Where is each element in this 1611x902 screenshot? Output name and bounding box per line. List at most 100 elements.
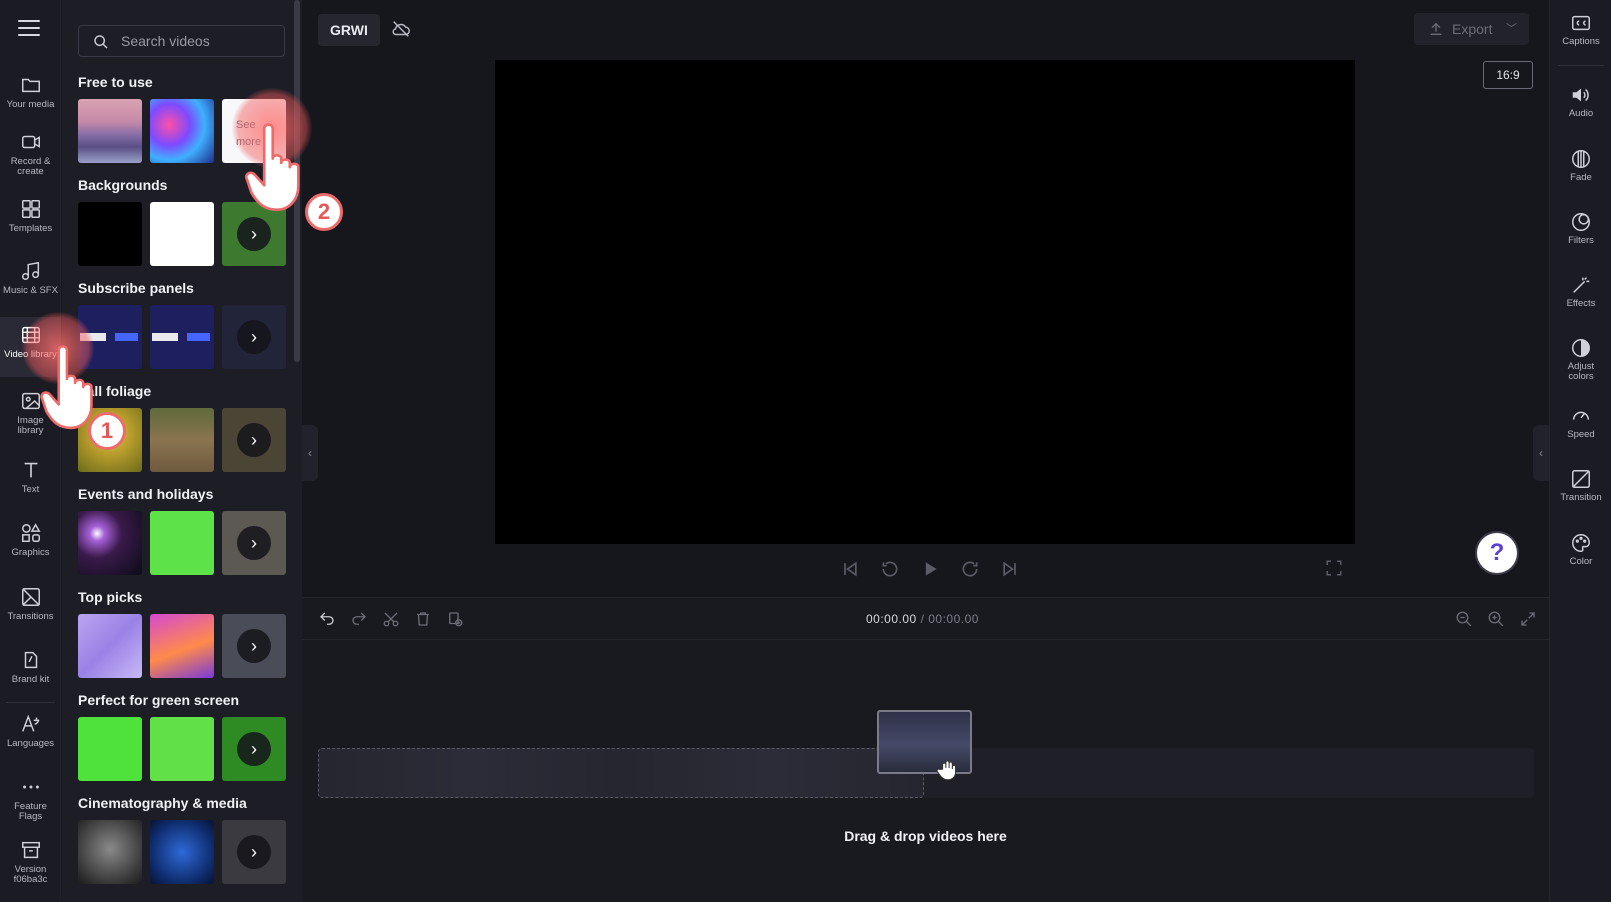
video-thumbnail[interactable]: [150, 820, 214, 884]
video-thumbnail[interactable]: [150, 614, 214, 678]
text-icon: [24, 462, 37, 478]
see-more-thumbnail[interactable]: ›: [222, 511, 286, 575]
rail-item-music-sfx[interactable]: Music & SFX: [0, 260, 61, 296]
video-thumbnail[interactable]: [78, 614, 142, 678]
contrast-icon: [1572, 339, 1590, 357]
rail-label: Brand kit: [11, 674, 50, 685]
playback-controls: [840, 556, 1020, 582]
rail-item-adjust-colors[interactable]: Adjust colors: [1550, 337, 1611, 382]
rail-label: Audio: [1568, 108, 1594, 119]
rail-item-fade[interactable]: Fade: [1550, 148, 1611, 183]
see-more-thumbnail[interactable]: ›: [222, 202, 286, 266]
video-thumbnail[interactable]: [78, 305, 142, 369]
rail-label: Filters: [1568, 235, 1594, 246]
collapse-properties-button[interactable]: ‹: [1533, 425, 1549, 481]
rail-label: Fade: [1570, 172, 1592, 183]
rail-item-text[interactable]: Text: [0, 459, 61, 495]
play-icon[interactable]: [920, 559, 940, 579]
video-thumbnail[interactable]: [78, 717, 142, 781]
rail-item-your-media[interactable]: Your media: [0, 74, 61, 110]
rail-item-graphics[interactable]: Graphics: [0, 522, 61, 558]
right-properties-rail: Captions Audio Fade Filters Effects Adju…: [1549, 0, 1611, 902]
hamburger-menu-icon[interactable]: [18, 20, 40, 36]
rail-item-transition[interactable]: Transition: [1550, 468, 1611, 503]
rail-item-speed[interactable]: Speed: [1550, 405, 1611, 440]
zoom-out-icon[interactable]: [1455, 610, 1473, 628]
aspect-ratio-button[interactable]: 16:9: [1483, 61, 1533, 89]
search-input[interactable]: [121, 26, 281, 56]
trash-icon[interactable]: [414, 610, 432, 628]
rail-item-version[interactable]: Version f06ba3c: [0, 839, 61, 885]
see-more-thumbnail[interactable]: ›: [222, 614, 286, 678]
rail-label: Your media: [6, 99, 55, 110]
chevron-right-icon: ›: [237, 217, 271, 251]
film-icon: [21, 326, 40, 344]
rail-item-color[interactable]: Color: [1550, 532, 1611, 567]
video-thumbnail[interactable]: [150, 202, 214, 266]
video-thumbnail[interactable]: [78, 511, 142, 575]
chevron-right-icon: ›: [237, 835, 271, 869]
video-thumbnail[interactable]: [150, 717, 214, 781]
rail-item-effects[interactable]: Effects: [1550, 274, 1611, 309]
search-box[interactable]: [78, 25, 285, 57]
redo-icon[interactable]: [350, 610, 368, 628]
rail-label: Image library: [17, 415, 44, 436]
scissors-icon[interactable]: [382, 610, 400, 628]
rail-item-languages[interactable]: Languages: [0, 713, 61, 749]
rail-item-feature-flags[interactable]: Feature Flags: [0, 776, 61, 822]
rail-label: Transition: [1560, 492, 1602, 503]
drop-zone-placeholder[interactable]: [318, 748, 924, 798]
rail-item-record-create[interactable]: Record & create: [0, 131, 61, 177]
rail-item-image-library[interactable]: Image library: [0, 390, 61, 436]
rail-label: Color: [1569, 556, 1593, 567]
dragged-clip[interactable]: [877, 710, 972, 781]
cloud-off-icon[interactable]: [390, 18, 412, 40]
rail-item-brand-kit[interactable]: Brand kit: [0, 649, 61, 685]
folder-icon: [21, 78, 40, 93]
rail-label: Speed: [1567, 429, 1595, 440]
video-thumbnail[interactable]: [150, 99, 214, 163]
fit-timeline-icon[interactable]: [1519, 610, 1537, 628]
video-thumbnail[interactable]: [78, 202, 142, 266]
rail-label: Video library: [4, 349, 57, 360]
collapse-panel-button[interactable]: ‹: [302, 425, 318, 481]
rail-item-audio[interactable]: Audio: [1550, 84, 1611, 119]
video-thumbnail[interactable]: [150, 408, 214, 472]
duplicate-icon[interactable]: [446, 610, 464, 628]
video-thumbnail[interactable]: [150, 305, 214, 369]
see-more-thumbnail[interactable]: ›: [222, 717, 286, 781]
rail-item-templates[interactable]: Templates: [0, 198, 61, 234]
fade-icon: [1572, 150, 1590, 168]
fullscreen-icon[interactable]: [1325, 559, 1343, 577]
zoom-in-icon[interactable]: [1487, 610, 1505, 628]
section-fall-foliage: Fall foliage ›: [78, 383, 293, 472]
help-button[interactable]: ?: [1477, 533, 1517, 573]
section-title: Events and holidays: [78, 486, 214, 502]
see-more-thumbnail[interactable]: ›: [222, 305, 286, 369]
templates-icon: [21, 200, 40, 218]
undo-icon[interactable]: [318, 610, 336, 628]
rail-item-captions[interactable]: Captions: [1550, 12, 1611, 47]
project-name[interactable]: GRWI: [318, 14, 380, 46]
rail-item-transitions[interactable]: Transitions: [0, 586, 61, 622]
video-thumbnail[interactable]: [78, 820, 142, 884]
see-more-thumbnail[interactable]: ›: [222, 408, 286, 472]
rewind-5s-icon[interactable]: [880, 559, 900, 579]
rail-item-video-library[interactable]: Video library: [0, 317, 61, 377]
see-more-label: See more: [236, 119, 262, 148]
section-cinematography-media: Cinematography & media ›: [78, 795, 293, 884]
video-thumbnail[interactable]: [78, 99, 142, 163]
see-more-thumbnail[interactable]: ›: [222, 820, 286, 884]
rail-item-filters[interactable]: Filters: [1550, 211, 1611, 246]
video-preview-canvas[interactable]: [495, 60, 1355, 544]
panel-scrollbar[interactable]: [294, 0, 300, 362]
see-more-button[interactable]: See more: [222, 99, 286, 163]
video-thumbnail[interactable]: [150, 511, 214, 575]
skip-back-icon[interactable]: [840, 559, 860, 579]
section-title: Cinematography & media: [78, 795, 247, 811]
video-library-panel: Free to use See more Backgrounds › Subsc…: [62, 0, 302, 902]
forward-5s-icon[interactable]: [960, 559, 980, 579]
video-thumbnail[interactable]: [78, 408, 142, 472]
skip-forward-icon[interactable]: [1000, 559, 1020, 579]
export-button[interactable]: Export ﹀: [1414, 13, 1529, 45]
